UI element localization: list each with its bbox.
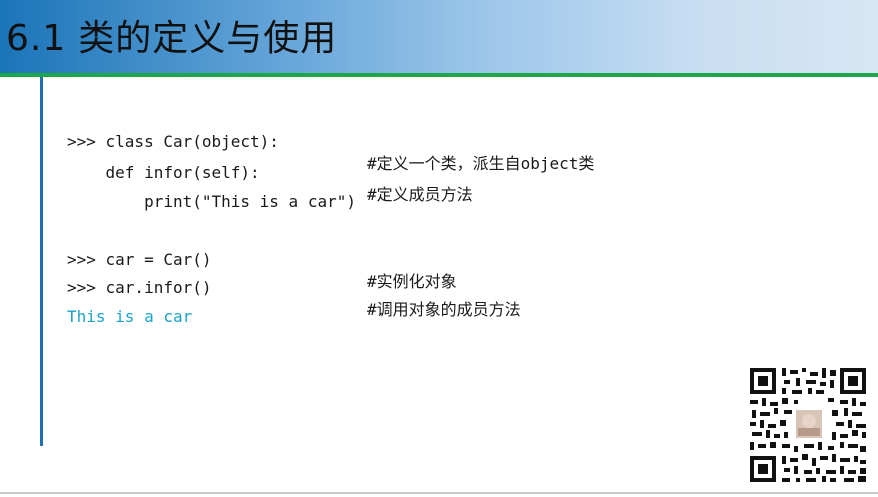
code-comment: #定义一个类，派生自object类 <box>367 154 595 173</box>
header-divider <box>0 73 878 77</box>
code-line: def infor(self): #定义成员方法 <box>67 140 473 204</box>
code-line: print("This is a car") <box>67 169 356 211</box>
qr-code-icon <box>748 366 868 484</box>
title-text: 类的定义与使用 <box>78 18 338 59</box>
code-line: >>> car.infor() #调用对象的成员方法 <box>67 255 521 319</box>
slide-title: 6.1 类的定义与使用 <box>6 9 337 61</box>
output-text: This is a car <box>67 307 193 326</box>
code-text: print("This is a car") <box>67 192 356 211</box>
section-number: 6.1 <box>6 18 67 59</box>
code-line: >>> car = Car() #实例化对象 <box>67 227 457 291</box>
left-accent-bar <box>40 77 43 446</box>
output-line: This is a car <box>67 284 192 326</box>
footer-divider <box>0 492 878 494</box>
code-comment: #实例化对象 <box>367 272 457 291</box>
code-comment: #定义成员方法 <box>367 185 473 204</box>
code-line: >>> class Car(object): #定义一个类，派生自object类 <box>67 109 594 173</box>
slide-header: 6.1 类的定义与使用 <box>0 0 878 73</box>
code-comment: #调用对象的成员方法 <box>367 300 521 319</box>
